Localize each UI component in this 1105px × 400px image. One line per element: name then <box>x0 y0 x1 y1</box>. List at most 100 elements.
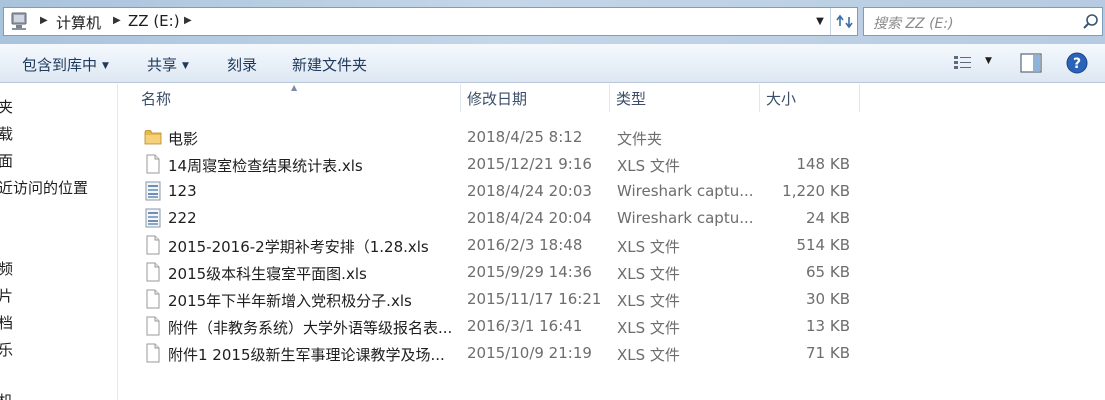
column-divider[interactable] <box>609 84 610 112</box>
column-divider[interactable] <box>460 84 461 112</box>
file-size: 514 KB <box>796 236 850 254</box>
sort-ascending-icon: ▲ <box>291 83 298 92</box>
file-size: 30 KB <box>806 290 850 308</box>
chevron-down-icon: ▼ <box>102 61 109 71</box>
file-icon <box>146 154 160 174</box>
breadcrumb-drive[interactable]: ZZ (E:) <box>128 12 180 30</box>
file-row[interactable]: 222 2018/4/24 20:04 Wireshark captu... 2… <box>140 204 860 231</box>
search-placeholder: 搜索 ZZ (E:) <box>873 16 954 32</box>
svg-text:?: ? <box>1073 56 1081 72</box>
nav-item-music[interactable]: 乐 <box>0 339 13 360</box>
nav-item-favorites[interactable]: 夹 <box>0 96 13 117</box>
command-toolbar: 包含到库中 ▼ 共享 ▼ 刻录 新建文件夹 ▼ ? <box>0 44 1105 83</box>
file-type: 文件夹 <box>617 130 663 148</box>
column-divider[interactable] <box>759 84 760 112</box>
file-row[interactable]: 2015年下半年新增入党积极分子.xls 2015/11/17 16:21 XL… <box>140 285 860 312</box>
file-row[interactable]: 附件1 2015级新生军事理论课教学及场... 2015/10/9 21:19 … <box>140 339 860 366</box>
capture-file-icon <box>145 181 161 201</box>
file-date: 2016/3/1 16:41 <box>467 317 583 335</box>
nav-item-recent-places[interactable]: 近访问的位置 <box>0 177 88 198</box>
file-type: XLS 文件 <box>617 157 680 175</box>
include-in-library-label: 包含到库中 <box>22 56 98 74</box>
file-date: 2015/11/17 16:21 <box>467 290 602 308</box>
file-row[interactable]: 2015级本科生寝室平面图.xls 2015/9/29 14:36 XLS 文件… <box>140 258 860 285</box>
computer-location-icon <box>11 12 27 30</box>
help-icon[interactable]: ? <box>1066 52 1088 74</box>
nav-item-downloads[interactable]: 载 <box>0 123 13 144</box>
nav-item-documents[interactable]: 档 <box>0 312 13 333</box>
file-name: 附件1 2015级新生军事理论课教学及场... <box>168 346 445 364</box>
burn-button[interactable]: 刻录 <box>227 54 257 75</box>
change-view-icon[interactable] <box>953 54 973 72</box>
chevron-down-icon: ▼ <box>182 61 189 71</box>
folder-icon <box>144 130 162 145</box>
file-date: 2016/2/3 18:48 <box>467 236 583 254</box>
address-history-dropdown[interactable]: ▼ <box>810 8 830 35</box>
column-header-type[interactable]: 类型 <box>616 88 646 109</box>
file-size: 65 KB <box>806 263 850 281</box>
chevron-down-icon: ▼ <box>816 16 824 27</box>
capture-file-icon <box>145 208 161 228</box>
address-bar-band: ▶ 计算机 ▶ ZZ (E:) ▶ ▼ 搜索 ZZ (E:) <box>0 0 1105 44</box>
file-icon <box>146 343 160 363</box>
refresh-button[interactable] <box>830 8 858 35</box>
file-date: 2018/4/25 8:12 <box>467 128 583 146</box>
nav-item-computer[interactable]: 机 <box>0 390 13 400</box>
file-name: 14周寝室检查结果统计表.xls <box>168 157 363 175</box>
file-date: 2015/9/29 14:36 <box>467 263 592 281</box>
file-name: 2015级本科生寝室平面图.xls <box>168 265 367 283</box>
file-type: Wireshark captu... <box>617 182 754 200</box>
file-size: 24 KB <box>806 209 850 227</box>
file-type: XLS 文件 <box>617 292 680 310</box>
file-size: 148 KB <box>796 155 850 173</box>
column-header-date[interactable]: 修改日期 <box>467 88 527 109</box>
refresh-icon <box>836 14 853 29</box>
search-icon[interactable] <box>1082 13 1100 31</box>
file-name: 2015年下半年新增入党积极分子.xls <box>168 292 412 310</box>
file-type: XLS 文件 <box>617 265 680 283</box>
file-type: Wireshark captu... <box>617 209 754 227</box>
file-row[interactable]: 14周寝室检查结果统计表.xls 2015/12/21 9:16 XLS 文件 … <box>140 150 860 177</box>
file-icon <box>146 316 160 336</box>
file-date: 2018/4/24 20:03 <box>467 182 592 200</box>
file-name: 电影 <box>168 130 199 148</box>
share-label: 共享 <box>147 56 178 74</box>
new-folder-button[interactable]: 新建文件夹 <box>292 54 367 75</box>
breadcrumb-separator-icon[interactable]: ▶ <box>113 15 121 26</box>
file-icon <box>146 235 160 255</box>
view-options-chevron-icon[interactable]: ▼ <box>985 56 992 66</box>
file-name: 123 <box>168 182 197 200</box>
breadcrumb-separator-icon[interactable]: ▶ <box>40 15 48 26</box>
file-icon <box>146 262 160 282</box>
include-in-library-button[interactable]: 包含到库中 ▼ <box>22 54 109 75</box>
file-size: 71 KB <box>806 344 850 362</box>
file-icon <box>146 289 160 309</box>
address-bar[interactable]: ▶ 计算机 ▶ ZZ (E:) ▶ ▼ <box>3 7 858 36</box>
search-input[interactable]: 搜索 ZZ (E:) <box>863 7 1103 36</box>
file-date: 2018/4/24 20:04 <box>467 209 592 227</box>
nav-item-pictures[interactable]: 片 <box>0 285 13 306</box>
preview-pane-icon[interactable] <box>1020 53 1042 73</box>
file-row[interactable]: 附件（非教务系统）大学外语等级报名表... 2016/3/1 16:41 XLS… <box>140 312 860 339</box>
column-header-size[interactable]: 大小 <box>766 88 796 109</box>
share-button[interactable]: 共享 ▼ <box>147 54 189 75</box>
file-name: 222 <box>168 209 197 227</box>
file-type: XLS 文件 <box>617 346 680 364</box>
column-divider[interactable] <box>859 84 860 112</box>
breadcrumb-computer[interactable]: 计算机 <box>56 12 101 33</box>
file-row[interactable]: 2015-2016-2学期补考安排（1.28.xls 2016/2/3 18:4… <box>140 231 860 258</box>
file-type: XLS 文件 <box>617 238 680 256</box>
file-date: 2015/12/21 9:16 <box>467 155 592 173</box>
file-size: 1,220 KB <box>782 182 850 200</box>
file-name: 2015-2016-2学期补考安排（1.28.xls <box>168 238 429 256</box>
file-size: 13 KB <box>806 317 850 335</box>
nav-item-desktop[interactable]: 面 <box>0 150 13 171</box>
file-row[interactable]: 123 2018/4/24 20:03 Wireshark captu... 1… <box>140 177 860 204</box>
navigation-pane: 夹 载 面 近访问的位置 频 片 档 乐 机 <box>0 84 118 400</box>
file-date: 2015/10/9 21:19 <box>467 344 592 362</box>
nav-item-videos[interactable]: 频 <box>0 258 13 279</box>
file-name: 附件（非教务系统）大学外语等级报名表... <box>168 319 453 337</box>
column-header-name[interactable]: 名称 <box>141 88 171 109</box>
breadcrumb-separator-icon[interactable]: ▶ <box>184 15 192 26</box>
file-row[interactable]: 电影 2018/4/25 8:12 文件夹 <box>140 123 860 150</box>
